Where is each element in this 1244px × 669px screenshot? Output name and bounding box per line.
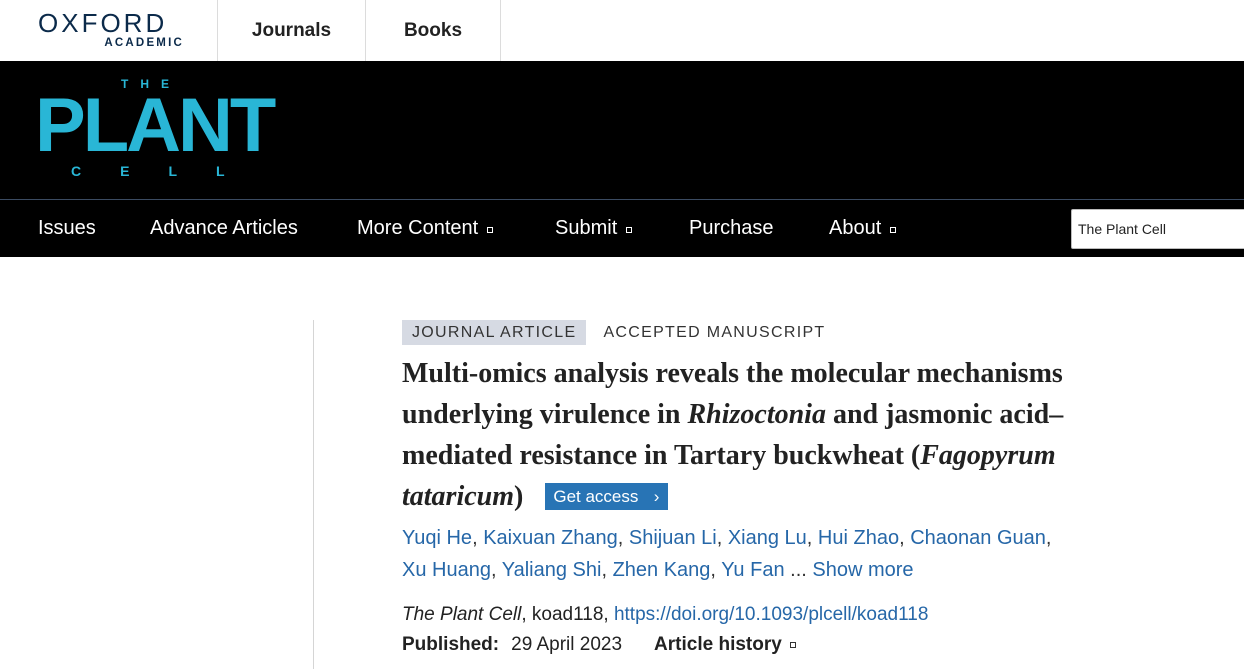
- article-title: Multi-omics analysis reveals the molecul…: [402, 353, 1122, 517]
- published-label: Published:: [402, 634, 500, 655]
- title-italic-1: Rhizoctonia: [687, 399, 826, 430]
- journal-banner: THE PLANT CELL: [0, 61, 1244, 199]
- author-link[interactable]: Kaixuan Zhang: [483, 527, 618, 549]
- tab-journals[interactable]: Journals: [217, 0, 365, 61]
- nav-more-content-label: More Content: [357, 217, 479, 239]
- chevron-right-icon: ›: [653, 487, 660, 506]
- author-link[interactable]: Zhen Kang: [613, 559, 711, 581]
- article-labels: JOURNAL ARTICLE ACCEPTED MANUSCRIPT: [402, 320, 1122, 345]
- nav-about[interactable]: About: [829, 200, 897, 257]
- chevron-down-icon: [789, 641, 796, 648]
- search-scope-select[interactable]: [1071, 209, 1244, 249]
- title-text-3: ): [514, 481, 524, 512]
- nav-more-content[interactable]: More Content: [357, 200, 494, 257]
- get-access-label: Get access: [553, 487, 639, 506]
- get-access-button[interactable]: Get access ›: [545, 483, 669, 510]
- author-link[interactable]: Yu Fan: [721, 559, 784, 581]
- author-link[interactable]: Shijuan Li: [629, 527, 717, 549]
- logo-text-oxford: OXFORD: [38, 8, 168, 38]
- publication-row: Published: 29 April 2023 Article history: [402, 630, 1122, 660]
- plant-cell-logo[interactable]: THE PLANT CELL: [35, 77, 276, 187]
- author-link[interactable]: Xu Huang: [402, 559, 491, 581]
- author-link[interactable]: Hui Zhao: [818, 527, 899, 549]
- nav-issues-label: Issues: [38, 217, 96, 239]
- site-header: OXFORD ACADEMIC Journals Books: [0, 0, 1244, 61]
- nav-purchase[interactable]: Purchase: [689, 200, 774, 257]
- author-list: Yuqi He, Kaixuan Zhang, Shijuan Li, Xian…: [402, 527, 1052, 581]
- article-header: JOURNAL ARTICLE ACCEPTED MANUSCRIPT Mult…: [402, 320, 1122, 660]
- chevron-down-icon: [487, 226, 494, 233]
- author-link[interactable]: Yaliang Shi: [502, 559, 602, 581]
- left-divider: [313, 320, 314, 669]
- logo-cell: CELL: [71, 163, 264, 179]
- top-tabs: Journals Books: [217, 0, 501, 61]
- nav-issues[interactable]: Issues: [38, 200, 96, 257]
- nav-advance-articles[interactable]: Advance Articles: [150, 200, 298, 257]
- show-more-authors-link[interactable]: Show more: [812, 559, 913, 581]
- author-link[interactable]: Chaonan Guan: [910, 527, 1046, 549]
- nav-advance-articles-label: Advance Articles: [150, 217, 298, 239]
- doi-link[interactable]: https://doi.org/10.1093/plcell/koad118: [614, 604, 928, 625]
- article-history-label: Article history: [654, 634, 782, 655]
- nav-about-label: About: [829, 217, 882, 239]
- article-history-toggle[interactable]: Article history: [654, 630, 796, 660]
- logo-plant: PLANT: [35, 83, 276, 168]
- nav-submit[interactable]: Submit: [555, 200, 633, 257]
- article-id: , koad118,: [521, 604, 614, 625]
- oxford-academic-logo[interactable]: OXFORD ACADEMIC: [38, 10, 188, 50]
- author-link[interactable]: Xiang Lu: [728, 527, 807, 549]
- citation-line: The Plant Cell, koad118, https://doi.org…: [402, 600, 1122, 630]
- tab-books[interactable]: Books: [365, 0, 501, 61]
- authors-ellipsis: ...: [790, 559, 807, 581]
- chevron-down-icon: [890, 226, 897, 233]
- published-date: 29 April 2023: [511, 634, 623, 655]
- nav-submit-label: Submit: [555, 217, 618, 239]
- article-type-badge: JOURNAL ARTICLE: [402, 320, 587, 345]
- nav-purchase-label: Purchase: [689, 217, 774, 239]
- author-link[interactable]: Yuqi He: [402, 527, 472, 549]
- journal-nav: Issues Advance Articles More Content Sub…: [0, 199, 1244, 257]
- chevron-down-icon: [626, 226, 633, 233]
- logo-text-academic: ACADEMIC: [104, 37, 184, 49]
- journal-name: The Plant Cell: [402, 604, 522, 625]
- article-status: ACCEPTED MANUSCRIPT: [603, 324, 826, 341]
